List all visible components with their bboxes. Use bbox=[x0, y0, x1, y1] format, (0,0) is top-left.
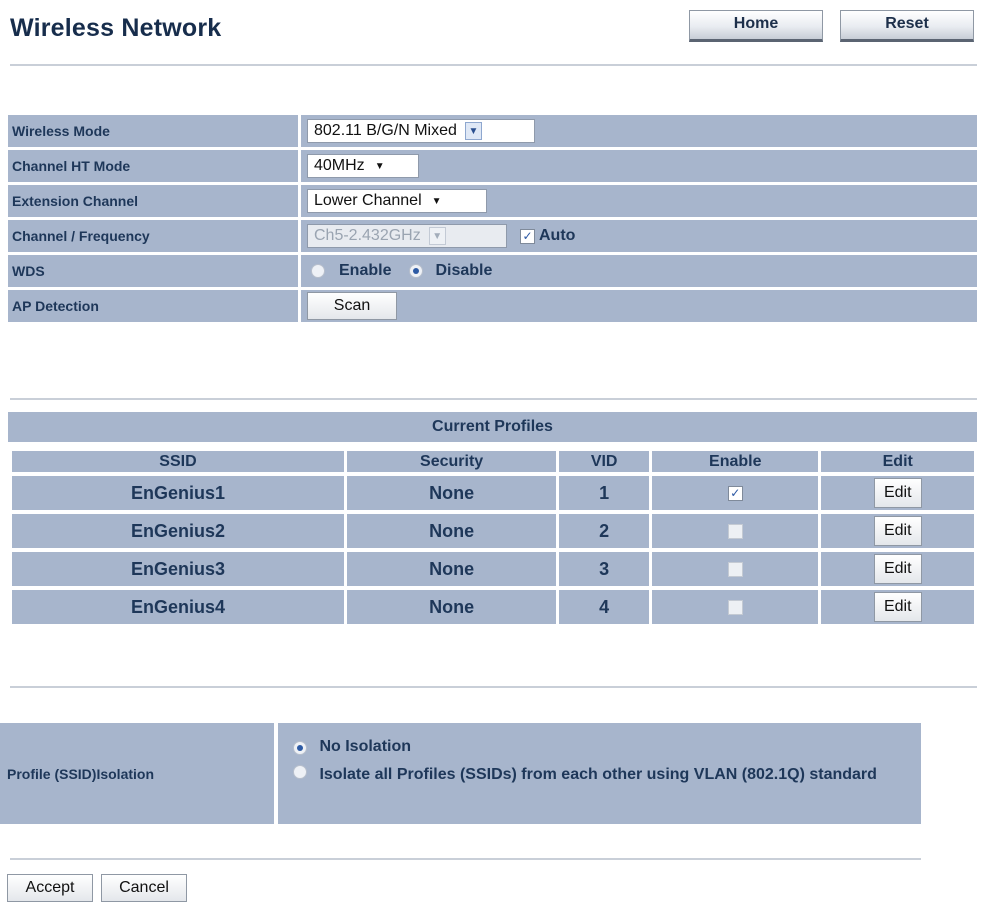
wireless-mode-value: 802.11 B/G/N Mixed bbox=[314, 122, 457, 139]
home-button[interactable]: Home bbox=[689, 10, 823, 42]
wds-enable-label: Enable bbox=[339, 262, 392, 279]
channel-frequency-label: Channel / Frequency bbox=[8, 220, 298, 252]
vid-cell: 3 bbox=[559, 552, 650, 586]
channel-frequency-select[interactable]: Ch5-2.432GHz ▼ bbox=[307, 224, 507, 248]
page-title: Wireless Network bbox=[10, 14, 222, 42]
auto-label: Auto bbox=[539, 227, 576, 244]
security-cell: None bbox=[346, 590, 557, 624]
enable-checkbox[interactable] bbox=[727, 561, 743, 577]
chevron-down-icon: ▼ bbox=[374, 160, 385, 172]
ssid-cell: EnGenius3 bbox=[12, 552, 344, 586]
extension-channel-row: Extension Channel Lower Channel ▼ bbox=[8, 185, 977, 217]
extension-channel-select[interactable]: Lower Channel ▼ bbox=[307, 189, 487, 213]
column-header-edit: Edit bbox=[821, 451, 974, 472]
vid-cell: 1 bbox=[559, 476, 650, 510]
current-profiles-header: Current Profiles bbox=[8, 412, 977, 442]
settings-table: Wireless Mode 802.11 B/G/N Mixed ▼ Chann… bbox=[8, 115, 977, 325]
column-header-ssid: SSID bbox=[12, 451, 344, 472]
table-header-row: SSID Security VID Enable Edit bbox=[12, 451, 974, 472]
wds-disable-radio[interactable] bbox=[409, 264, 424, 278]
wds-label: WDS bbox=[8, 255, 298, 287]
channel-ht-mode-value: 40MHz bbox=[314, 157, 365, 174]
edit-button[interactable]: Edit bbox=[873, 516, 922, 546]
column-header-security: Security bbox=[346, 451, 557, 472]
table-row: EnGenius3 None 3 Edit bbox=[12, 552, 974, 586]
divider bbox=[10, 858, 921, 860]
no-isolation-label: No Isolation bbox=[319, 738, 412, 755]
security-cell: None bbox=[346, 514, 557, 548]
ssid-cell: EnGenius1 bbox=[12, 476, 344, 510]
channel-frequency-row: Channel / Frequency Ch5-2.432GHz ▼ ✓ Aut… bbox=[8, 220, 977, 252]
no-isolation-radio[interactable] bbox=[293, 741, 307, 755]
divider bbox=[10, 398, 977, 400]
extension-channel-label: Extension Channel bbox=[8, 185, 298, 217]
edit-button[interactable]: Edit bbox=[873, 592, 922, 622]
wireless-mode-select[interactable]: 802.11 B/G/N Mixed ▼ bbox=[307, 119, 535, 143]
cancel-button[interactable]: Cancel bbox=[101, 874, 187, 902]
auto-checkbox[interactable]: ✓ bbox=[520, 228, 535, 244]
wireless-mode-row: Wireless Mode 802.11 B/G/N Mixed ▼ bbox=[8, 115, 977, 147]
scan-button[interactable]: Scan bbox=[307, 292, 397, 320]
enable-checkbox[interactable] bbox=[727, 523, 743, 539]
wds-enable-radio[interactable] bbox=[311, 264, 325, 278]
wds-disable-label: Disable bbox=[435, 262, 493, 279]
table-row: EnGenius1 None 1 ✓ Edit bbox=[12, 476, 974, 510]
extension-channel-value: Lower Channel bbox=[314, 192, 422, 209]
chevron-down-icon: ▼ bbox=[431, 195, 442, 207]
channel-ht-mode-label: Channel HT Mode bbox=[8, 150, 298, 182]
edit-button[interactable]: Edit bbox=[873, 478, 922, 508]
chevron-down-icon: ▼ bbox=[428, 227, 446, 245]
profiles-table: SSID Security VID Enable Edit EnGenius1 … bbox=[12, 451, 974, 628]
divider bbox=[10, 686, 977, 688]
chevron-down-icon: ▼ bbox=[464, 122, 482, 140]
ssid-cell: EnGenius4 bbox=[12, 590, 344, 624]
wireless-mode-label: Wireless Mode bbox=[8, 115, 298, 147]
security-cell: None bbox=[346, 476, 557, 510]
accept-button[interactable]: Accept bbox=[7, 874, 93, 902]
channel-ht-mode-row: Channel HT Mode 40MHz ▼ bbox=[8, 150, 977, 182]
vlan-isolation-label: Isolate all Profiles (SSIDs) from each o… bbox=[319, 766, 877, 783]
isolation-row: Profile (SSID)Isolation No Isolation Iso… bbox=[0, 723, 921, 824]
table-row: EnGenius4 None 4 Edit bbox=[12, 590, 974, 624]
vlan-isolation-radio[interactable] bbox=[293, 765, 307, 779]
column-header-enable: Enable bbox=[652, 451, 819, 472]
reset-button[interactable]: Reset bbox=[840, 10, 974, 42]
channel-ht-mode-select[interactable]: 40MHz ▼ bbox=[307, 154, 419, 178]
ap-detection-row: AP Detection Scan bbox=[8, 290, 977, 322]
vid-cell: 4 bbox=[559, 590, 650, 624]
edit-button[interactable]: Edit bbox=[873, 554, 922, 584]
enable-checkbox[interactable]: ✓ bbox=[727, 485, 743, 501]
isolation-label: Profile (SSID)Isolation bbox=[0, 723, 274, 824]
ssid-cell: EnGenius2 bbox=[12, 514, 344, 548]
enable-checkbox[interactable] bbox=[727, 599, 743, 615]
ap-detection-label: AP Detection bbox=[8, 290, 298, 322]
column-header-vid: VID bbox=[559, 451, 650, 472]
divider bbox=[10, 64, 977, 66]
security-cell: None bbox=[346, 552, 557, 586]
vid-cell: 2 bbox=[559, 514, 650, 548]
wds-row: WDS Enable Disable bbox=[8, 255, 977, 287]
channel-frequency-value: Ch5-2.432GHz bbox=[314, 227, 421, 244]
table-row: EnGenius2 None 2 Edit bbox=[12, 514, 974, 548]
